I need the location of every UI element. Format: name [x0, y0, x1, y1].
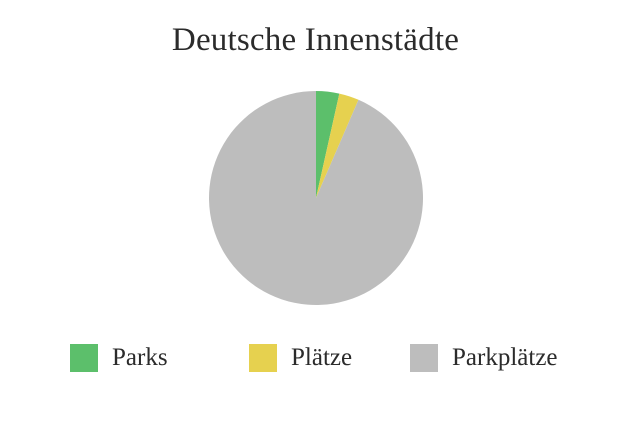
legend-item-parks: Parks	[70, 338, 168, 378]
legend-swatch-parks	[70, 344, 98, 372]
legend-label-parkplaetze: Parkplätze	[452, 344, 558, 371]
pie-slices	[209, 91, 423, 306]
legend-item-parkplaetze: Parkplätze	[410, 338, 558, 378]
legend-item-plaetze: Plätze	[249, 338, 352, 378]
legend-swatch-plaetze	[249, 344, 277, 372]
pie-slice-parkplätze	[209, 91, 423, 306]
legend-swatch-parkplaetze	[410, 344, 438, 372]
legend: Parks Plätze Parkplätze	[0, 338, 631, 378]
legend-label-plaetze: Plätze	[291, 344, 353, 371]
legend-label-parks: Parks	[112, 344, 168, 371]
